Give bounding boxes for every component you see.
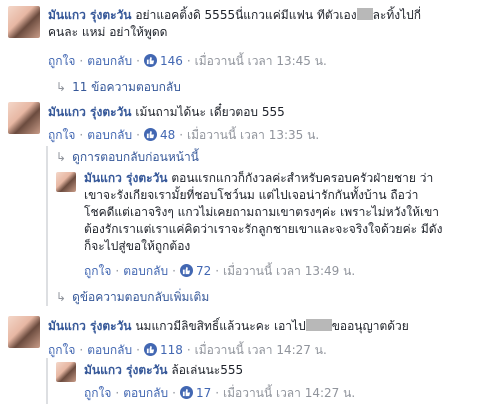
reply-arrow-icon: ↳ bbox=[56, 290, 67, 304]
like-count[interactable]: 146 bbox=[160, 54, 183, 68]
comment-text: ตอนแรกแกวก็กังวลค่ะสำหรับครอบครัวฝ่ายชาย… bbox=[171, 171, 434, 185]
timestamp-prefix: เมื่อวานนี้ เวลา bbox=[194, 343, 273, 357]
thumbs-up-icon bbox=[179, 386, 193, 399]
author-name[interactable]: มันแกว รุ่งตะวัน bbox=[48, 319, 132, 333]
comment-actions: ถูกใจ · ตอบกลับ · 118 · เมื่อวานนี้ เวลา 14:27… bbox=[48, 343, 327, 357]
author-name[interactable]: มันแกว รุ่งตะวัน bbox=[84, 363, 168, 377]
reply-button[interactable]: ตอบกลับ bbox=[87, 343, 132, 357]
comment-actions: ถูกใจ · ตอบกลับ · 72 · เมื่อวานนี้ เวลา 13:49 … bbox=[84, 264, 356, 278]
like-button[interactable]: ถูกใจ bbox=[48, 54, 75, 68]
like-count[interactable]: 48 bbox=[160, 128, 175, 142]
avatar[interactable] bbox=[8, 102, 40, 134]
reply-body: มันแกว รุ่งตะวัน ตอนแรกแกวก็กังวลค่ะสำหร… bbox=[84, 170, 500, 255]
thread-line bbox=[46, 146, 48, 306]
author-name[interactable]: มันแกว รุ่งตะวัน bbox=[48, 8, 132, 22]
like-count[interactable]: 72 bbox=[196, 264, 211, 278]
comment-text: อย่าแอคติ้งดิ 5555นี่แกวแค่มีแฟน ทีตัวเอ… bbox=[135, 8, 357, 22]
thumbs-up-icon bbox=[143, 128, 157, 141]
view-replies-link[interactable]: ↳ 11 ข้อความตอบกลับ bbox=[56, 78, 181, 97]
comment-text: ต้องรักเราแต่เราแค่คิดว่าเราจะรักลูกชายเ… bbox=[84, 222, 443, 236]
reply-button[interactable]: ตอบกลับ bbox=[87, 128, 132, 142]
timestamp[interactable]: 13:49 น. bbox=[305, 264, 355, 278]
like-button[interactable]: ถูกใจ bbox=[48, 343, 75, 357]
comment-text: คนละ แหม่ อย่าให้พูดด bbox=[48, 25, 168, 39]
avatar[interactable] bbox=[56, 362, 76, 382]
like-count[interactable]: 118 bbox=[160, 343, 183, 357]
comment-text: ก็จะไปสู่ขอให้ถูกต้อง bbox=[84, 239, 191, 253]
reply-button[interactable]: ตอบกลับ bbox=[123, 264, 168, 278]
thumbs-up-icon bbox=[143, 343, 157, 356]
comment-text: ละทิ้งไปกี่ bbox=[372, 8, 422, 22]
comment-actions: ถูกใจ · ตอบกลับ · 17 · เมื่อวานนี้ เวลา 14:27 … bbox=[84, 386, 356, 400]
comment-body: มันแกว รุ่งตะวัน นมแกวมีลิขสิทธิ์แล้วนะค… bbox=[48, 318, 498, 335]
timestamp[interactable]: 14:27 น. bbox=[276, 343, 326, 357]
comment-actions: ถูกใจ · ตอบกลับ · 146 · เมื่อวานนี้ เวลา 13:45… bbox=[48, 54, 327, 68]
previous-replies-label: ดูการตอบกลับก่อนหน้านี้ bbox=[72, 150, 199, 164]
like-count[interactable]: 17 bbox=[196, 386, 211, 400]
more-replies-link[interactable]: ↳ ดูข้อความตอบกลับเพิ่มเติม bbox=[56, 288, 209, 307]
like-button[interactable]: ถูกใจ bbox=[48, 128, 75, 142]
timestamp-prefix: เมื่อวานนี้ เวลา bbox=[223, 386, 301, 400]
comment-text: โชคดีแต่เอาจริงๆ แกวไม่เคยถามถามเขาตรงๆค… bbox=[84, 205, 440, 219]
previous-replies-link[interactable]: ↳ ดูการตอบกลับก่อนหน้านี้ bbox=[56, 148, 199, 167]
thread-line bbox=[46, 358, 48, 404]
avatar[interactable] bbox=[56, 172, 76, 192]
thumbs-up-icon bbox=[143, 54, 157, 67]
comment-text: นมแกวมีลิขสิทธิ์แล้วนะคะ เอาไป bbox=[135, 319, 306, 333]
redacted-block bbox=[356, 8, 373, 20]
timestamp[interactable]: 13:45 น. bbox=[276, 54, 326, 68]
thumbs-up-icon bbox=[179, 264, 193, 277]
comment-text: เขาจะรังเกียจเรามั้ยที่ชอบโชว์นม แต่ไปเจ… bbox=[84, 188, 419, 202]
comment-body: มันแกว รุ่งตะวัน อย่าแอคติ้งดิ 5555นี่แก… bbox=[48, 7, 498, 41]
comment-text: เม้นถามได้นะ เดี๋ยวตอบ 555 bbox=[135, 105, 285, 119]
reply-body: มันแกว รุ่งตะวัน ล้อเล่นนะ555 bbox=[84, 362, 500, 379]
comment-actions: ถูกใจ · ตอบกลับ · 48 · เมื่อวานนี้ เวลา 13:35 … bbox=[48, 128, 320, 142]
comment-text: ล้อเล่นนะ555 bbox=[171, 363, 244, 377]
reply-arrow-icon: ↳ bbox=[56, 150, 67, 164]
like-button[interactable]: ถูกใจ bbox=[84, 264, 111, 278]
replies-link-label: 11 ข้อความตอบกลับ bbox=[72, 80, 181, 94]
author-name[interactable]: มันแกว รุ่งตะวัน bbox=[84, 171, 168, 185]
author-name[interactable]: มันแกว รุ่งตะวัน bbox=[48, 105, 132, 119]
timestamp-prefix: เมื่อวานนี้ เวลา bbox=[223, 264, 301, 278]
timestamp[interactable]: 13:35 น. bbox=[269, 128, 319, 142]
timestamp-prefix: เมื่อวานนี้ เวลา bbox=[187, 128, 265, 142]
comment-text: ขออนุญาตด้วย bbox=[331, 319, 409, 333]
timestamp-prefix: เมื่อวานนี้ เวลา bbox=[194, 54, 273, 68]
like-button[interactable]: ถูกใจ bbox=[84, 386, 111, 400]
reply-arrow-icon: ↳ bbox=[56, 80, 67, 94]
more-replies-label: ดูข้อความตอบกลับเพิ่มเติม bbox=[72, 290, 210, 304]
timestamp[interactable]: 14:27 น. bbox=[305, 386, 355, 400]
avatar[interactable] bbox=[8, 316, 40, 348]
reply-button[interactable]: ตอบกลับ bbox=[123, 386, 168, 400]
reply-button[interactable]: ตอบกลับ bbox=[87, 54, 132, 68]
comment-body: มันแกว รุ่งตะวัน เม้นถามได้นะ เดี๋ยวตอบ … bbox=[48, 104, 498, 121]
avatar[interactable] bbox=[8, 6, 40, 38]
redacted-block bbox=[305, 319, 332, 331]
